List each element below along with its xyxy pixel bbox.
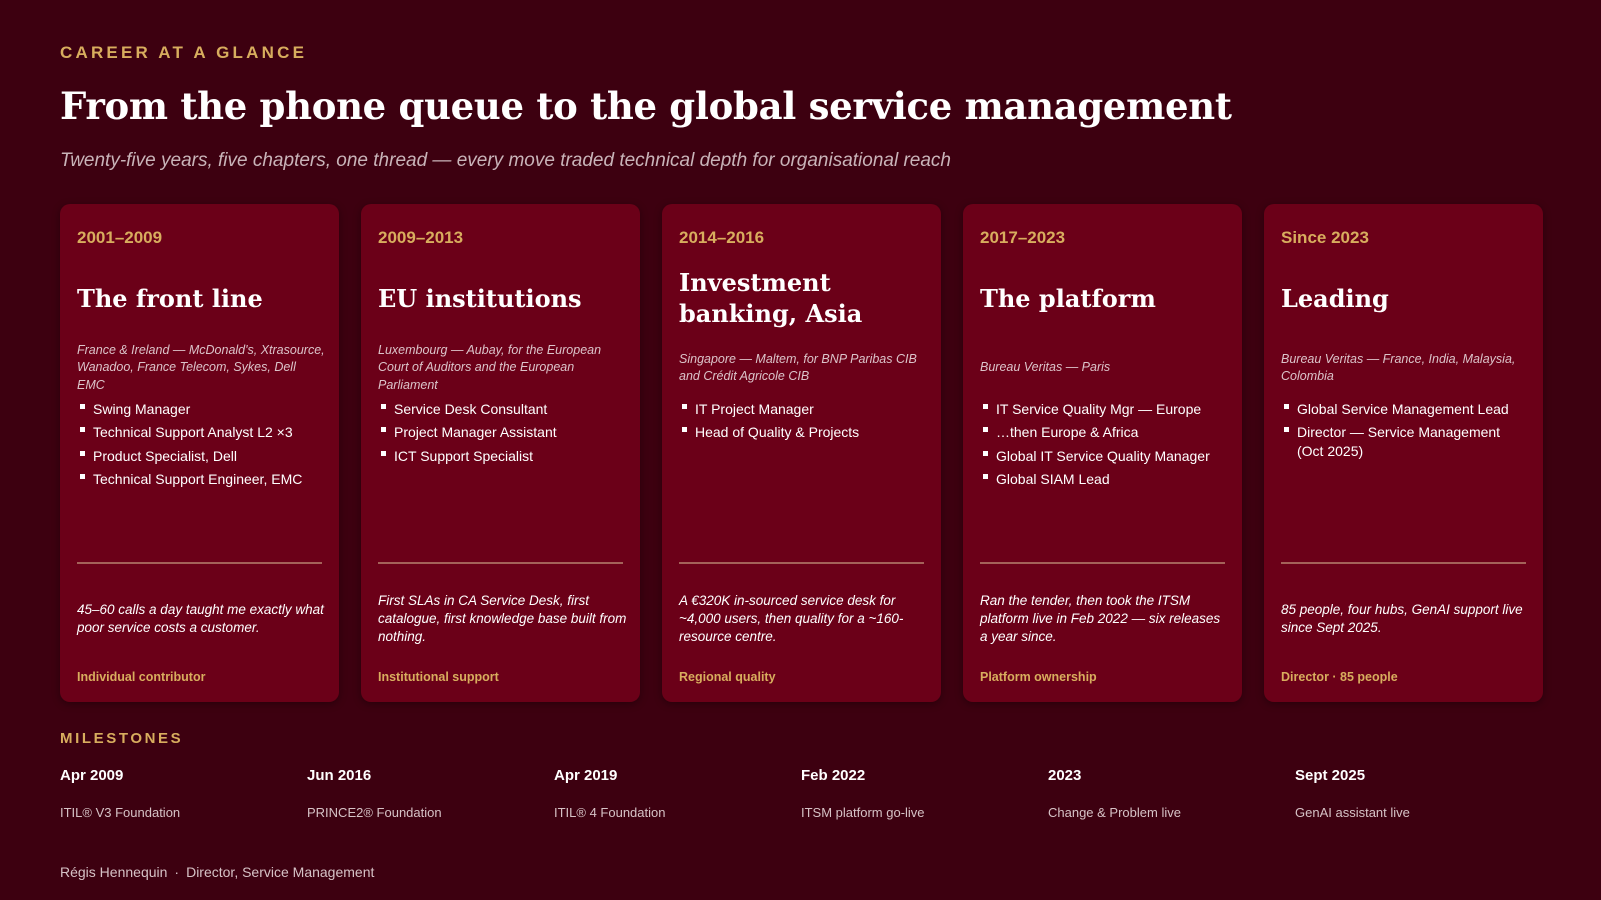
milestone-item: Feb 2022 ITSM platform go-live xyxy=(801,767,1048,820)
card-summary: First SLAs in CA Service Desk, first cat… xyxy=(378,593,627,644)
role-item: Product Specialist, Dell xyxy=(77,447,325,465)
card-tag: Regional quality xyxy=(679,670,776,684)
role-item: ICT Support Specialist xyxy=(378,447,626,465)
page-title: From the phone queue to the global servi… xyxy=(60,84,1232,128)
card-summary: A €320K in-sourced service desk for ~4,0… xyxy=(679,593,904,644)
role-item: Service Desk Consultant xyxy=(378,400,626,418)
milestone-label: GenAI assistant live xyxy=(1295,805,1410,820)
card-tag: Individual contributor xyxy=(77,670,206,684)
milestone-item: Jun 2016 PRINCE2® Foundation xyxy=(307,767,554,820)
card-tag: Director · 85 people xyxy=(1281,670,1398,684)
career-card: Since 2023 Leading Bureau Veritas — France… xyxy=(1264,204,1543,702)
milestone-item: Apr 2009 ITIL® V3 Foundation xyxy=(60,767,307,820)
milestone-item: 2023 Change & Problem live xyxy=(1048,767,1295,820)
card-location: Bureau Veritas — France, India, Malaysia… xyxy=(1281,351,1516,383)
card-title: The platform xyxy=(980,283,1156,313)
card-heading: Leading xyxy=(1281,256,1529,342)
milestone-label: Change & Problem live xyxy=(1048,805,1181,820)
card-title: The front line xyxy=(77,283,263,313)
career-card: 2014–2016 Investment banking, Asia Singapo… xyxy=(662,204,941,702)
page-subtitle: Twenty-five years, five chapters, one th… xyxy=(60,150,951,171)
card-tag: Platform ownership xyxy=(980,670,1097,684)
card-period: 2009–2013 xyxy=(378,228,464,247)
role-list: IT Service Quality Mgr — Europe …then Eur… xyxy=(980,400,1228,494)
milestone-date: Feb 2022 xyxy=(801,767,866,784)
card-heading: Investment banking, Asia xyxy=(679,256,927,342)
card-location: Singapore — Maltem, for BNP Paribas CIB … xyxy=(679,351,917,383)
card-summary: 85 people, four hubs, GenAI support live… xyxy=(1281,602,1523,635)
card-divider xyxy=(77,562,322,564)
role-item: Technical Support Analyst L2 ×3 xyxy=(77,423,325,441)
card-summary: Ran the tender, then took the ITSM platf… xyxy=(980,593,1221,644)
role-item: IT Service Quality Mgr — Europe xyxy=(980,400,1228,418)
card-location: France & Ireland — McDonald's, Xtrasourc… xyxy=(77,343,325,392)
career-card: 2017–2023 The platform Bureau Veritas — Pa… xyxy=(963,204,1242,702)
career-slide: CAREER AT A GLANCE From the phone queue … xyxy=(0,0,1601,900)
milestone-label: ITIL® 4 Foundation xyxy=(554,805,666,820)
career-card: 2009–2013 EU institutions Luxembourg — Aub… xyxy=(361,204,640,702)
milestone-date: Apr 2009 xyxy=(60,767,124,784)
footer: Régis Hennequin · Director, Service Manage… xyxy=(60,864,374,880)
role-item: Global Service Management Lead xyxy=(1281,400,1529,418)
card-divider xyxy=(679,562,924,564)
card-divider xyxy=(378,562,623,564)
career-card: 2001–2009 The front line France & Ireland … xyxy=(60,204,339,702)
milestones-heading: MILESTONES xyxy=(60,730,184,747)
card-heading: EU institutions xyxy=(378,256,626,342)
card-location: Luxembourg — Aubay, for the European Cou… xyxy=(378,343,602,392)
card-period: 2017–2023 xyxy=(980,228,1066,247)
milestone-item: Sept 2025 GenAI assistant live xyxy=(1295,767,1542,820)
role-item: Global IT Service Quality Manager xyxy=(980,447,1228,465)
role-list: Global Service Management Lead Director —… xyxy=(1281,400,1529,465)
footer-name: Régis Hennequin xyxy=(60,864,168,880)
role-item: Technical Support Engineer, EMC xyxy=(77,470,325,488)
role-item: Head of Quality & Projects xyxy=(679,423,927,441)
milestone-label: ITSM platform go-live xyxy=(801,805,925,820)
milestone-item: Apr 2019 ITIL® 4 Foundation xyxy=(554,767,801,820)
footer-separator: · xyxy=(174,864,180,880)
role-list: Swing Manager Technical Support Analyst L… xyxy=(77,400,325,494)
card-heading: The front line xyxy=(77,256,325,342)
footer-role: Director, Service Management xyxy=(186,864,375,880)
milestones-row: Apr 2009 ITIL® V3 Foundation Jun 2016 PRINC… xyxy=(60,767,1542,820)
milestone-date: 2023 xyxy=(1048,767,1082,784)
card-divider xyxy=(980,562,1225,564)
card-summary: 45–60 calls a day taught me exactly what… xyxy=(77,602,324,635)
career-cards: 2001–2009 The front line France & Ireland … xyxy=(60,204,1543,702)
milestone-label: PRINCE2® Foundation xyxy=(307,805,442,820)
card-location: Bureau Veritas — Paris xyxy=(980,360,1111,375)
role-list: Service Desk Consultant Project Manager A… xyxy=(378,400,626,470)
milestone-date: Sept 2025 xyxy=(1295,767,1366,784)
card-period: Since 2023 xyxy=(1281,228,1369,247)
role-item: Director — Service Management (Oct 2025) xyxy=(1281,423,1529,460)
role-item: Project Manager Assistant xyxy=(378,423,626,441)
card-heading: The platform xyxy=(980,256,1228,342)
role-list: IT Project Manager Head of Quality & Proj… xyxy=(679,400,927,447)
role-item: IT Project Manager xyxy=(679,400,927,418)
role-item: Global SIAM Lead xyxy=(980,470,1228,488)
milestone-date: Apr 2019 xyxy=(554,767,618,784)
milestone-label: ITIL® V3 Foundation xyxy=(60,805,181,820)
card-tag: Institutional support xyxy=(378,670,499,684)
card-title: EU institutions xyxy=(378,283,582,313)
eyebrow-label: CAREER AT A GLANCE xyxy=(60,43,308,62)
card-period: 2001–2009 xyxy=(77,228,163,247)
milestone-date: Jun 2016 xyxy=(307,767,372,784)
card-title: Leading xyxy=(1281,283,1389,313)
role-item: …then Europe & Africa xyxy=(980,423,1228,441)
card-title: Investment banking, Asia xyxy=(679,268,863,328)
role-item: Swing Manager xyxy=(77,400,325,418)
card-divider xyxy=(1281,562,1526,564)
card-period: 2014–2016 xyxy=(679,228,765,247)
